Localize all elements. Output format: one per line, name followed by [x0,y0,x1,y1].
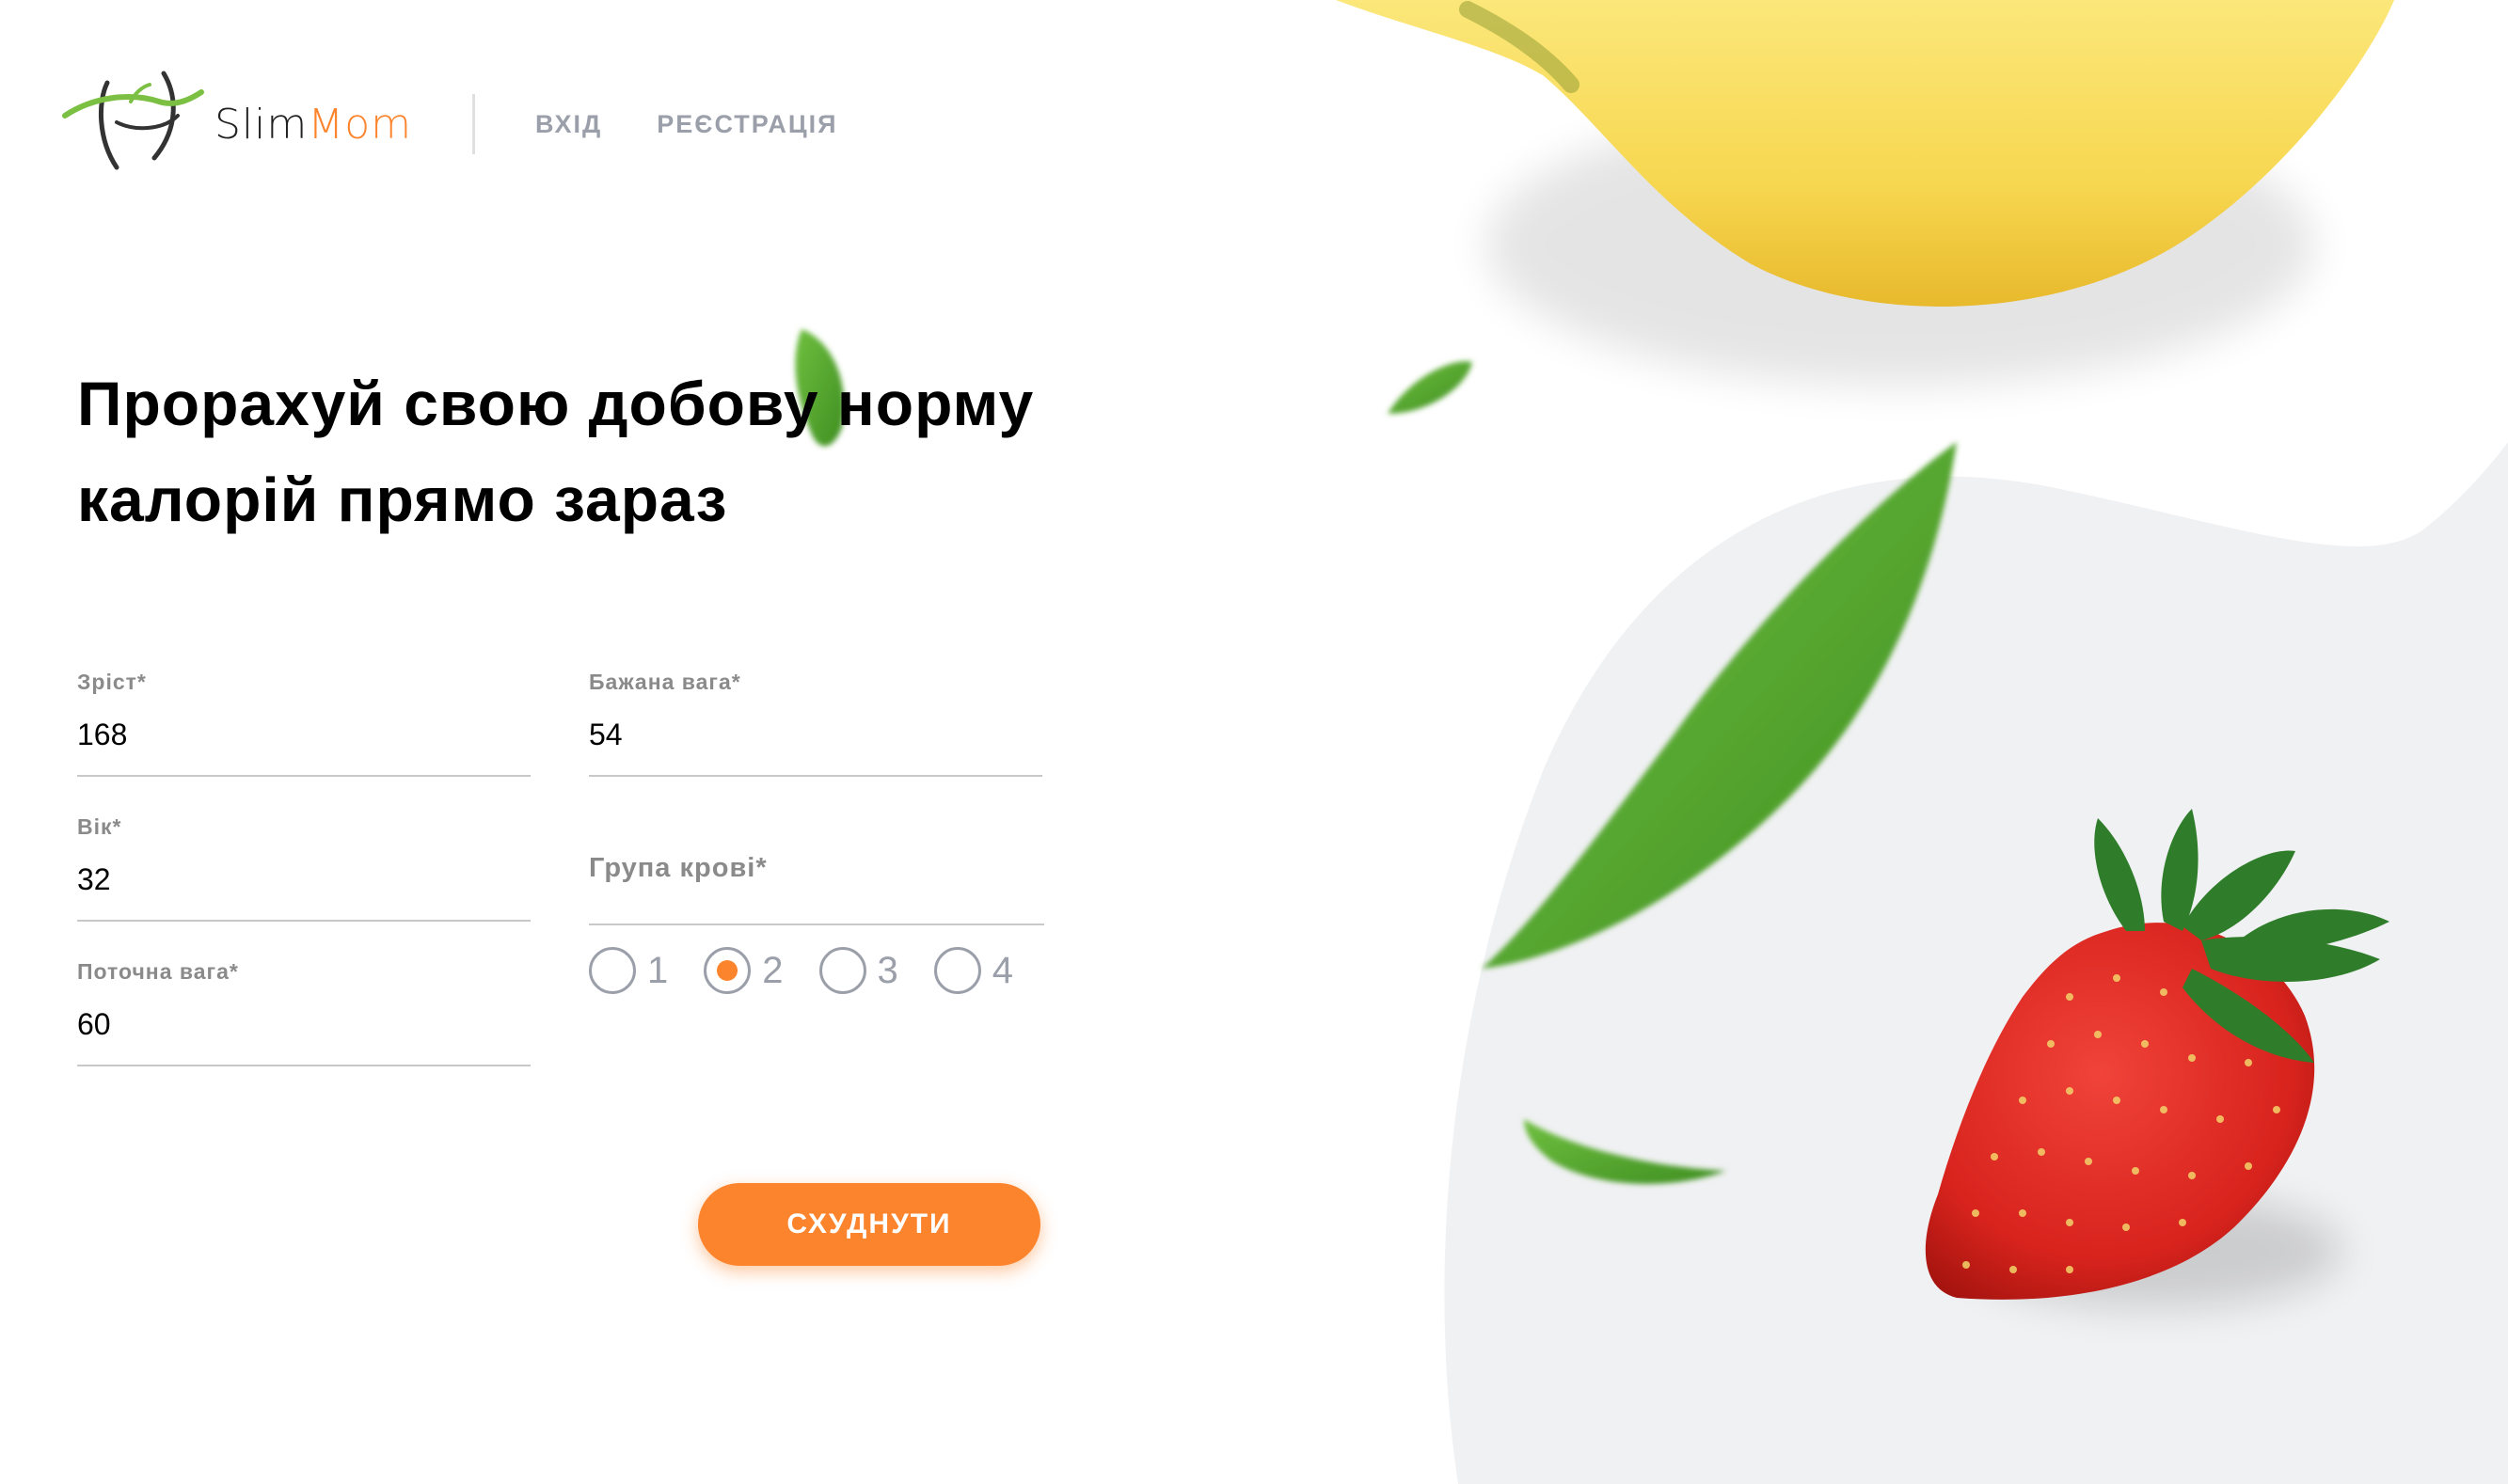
blood-group-radio-1[interactable]: 1 [589,947,668,994]
leaf-large [1482,442,1957,969]
height-field: Зріст* [77,670,531,777]
age-input[interactable] [77,840,531,922]
radio-circle-checked-icon[interactable] [704,947,752,994]
logo[interactable]: SlimMom [60,64,412,184]
radio-circle-icon[interactable] [933,947,981,994]
height-label: Зріст* [77,670,147,694]
desired-weight-label: Бажана вага* [589,670,741,694]
blood-group-radio-2[interactable]: 2 [704,947,784,994]
header: SlimMom ВХІД РЕЄСТРАЦІЯ [60,64,893,184]
current-weight-label: Поточна вага* [77,959,239,984]
blood-group-option-label: 1 [647,949,669,991]
radio-circle-icon[interactable] [818,947,866,994]
nav-register-link[interactable]: РЕЄСТРАЦІЯ [657,110,837,139]
age-label: Вік* [77,814,122,839]
current-weight-field: Поточна вага* [77,959,531,1066]
strawberry-shape [1925,923,2315,1300]
blood-group-radio-group: 1 2 3 4 [589,947,1049,994]
blood-group-option-label: 4 [992,949,1013,991]
logo-text-slim: Slim [214,100,309,149]
leaf-bottom [1524,1119,1726,1184]
radio-circle-icon[interactable] [589,947,636,994]
desired-weight-input[interactable] [589,695,1042,777]
blood-group-label: Група крові* [589,853,768,883]
blood-group-radio-3[interactable]: 3 [818,947,898,994]
header-divider [472,94,475,154]
logo-text-mom: Mom [308,100,412,149]
grey-blob-shape [1444,442,2508,1484]
logo-text: SlimMom [214,101,412,149]
height-input[interactable] [77,695,531,777]
desired-weight-field: Бажана вага* [589,670,1042,777]
age-field: Вік* [77,814,531,922]
logo-icon [62,71,204,170]
nav-login-link[interactable]: ВХІД [535,110,602,139]
blood-group-radio-4[interactable]: 4 [933,947,1013,994]
current-weight-input[interactable] [77,985,531,1066]
lose-weight-submit-button[interactable]: СХУДНУТИ [698,1183,1040,1266]
blood-group-divider [589,924,1044,925]
leaf-top-right [1388,361,1472,414]
blood-group-option-label: 3 [877,949,898,991]
banana-shape [1336,0,2394,307]
page-title: Прорахуй свою добову норму калорій прямо… [77,369,1035,534]
blood-group-option-label: 2 [762,949,784,991]
